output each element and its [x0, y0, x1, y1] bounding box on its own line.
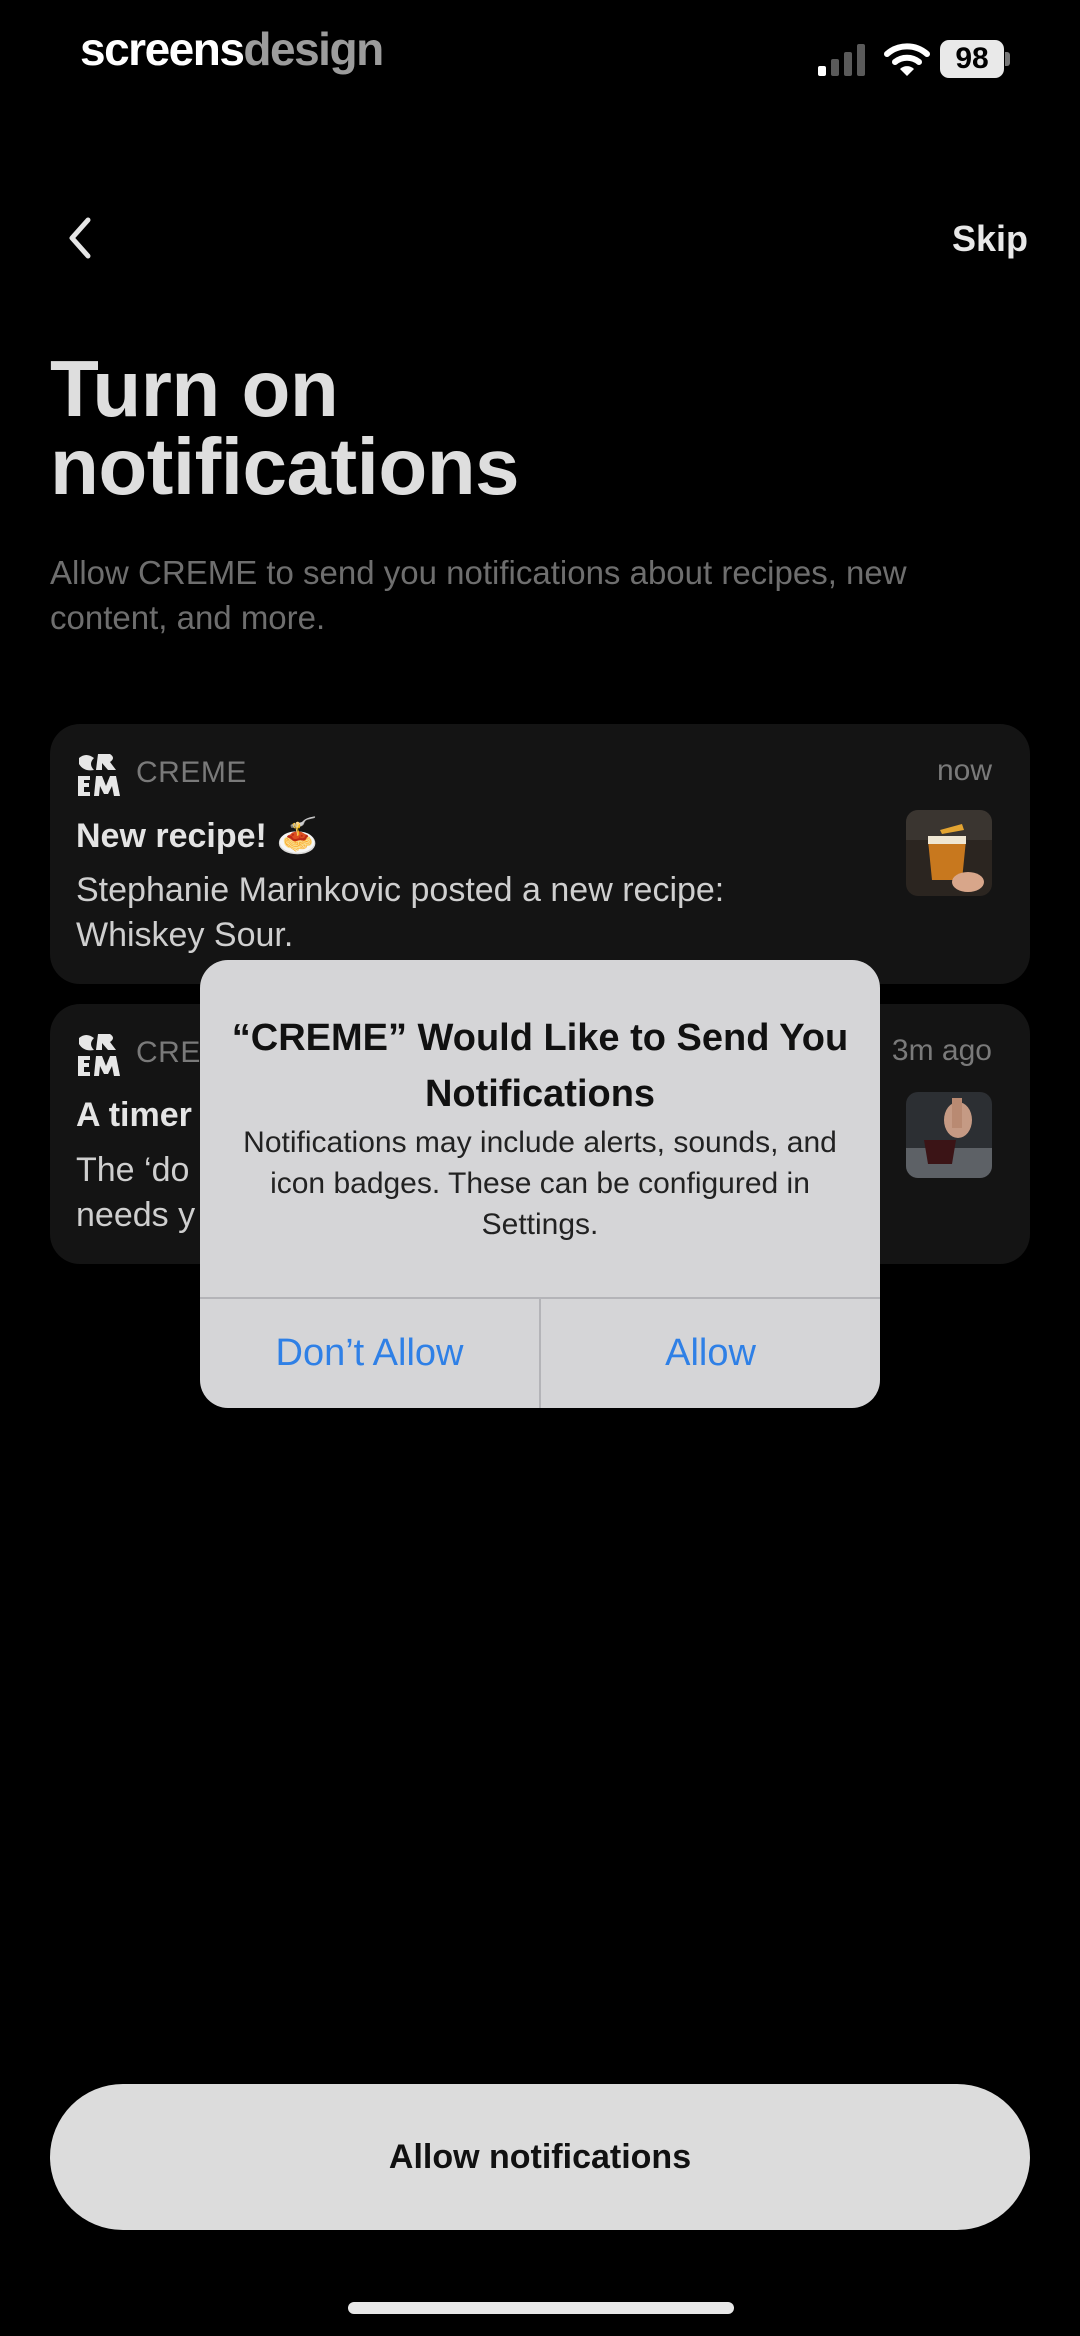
cellular-signal-icon	[818, 44, 865, 76]
notification-title: New recipe! 🍝	[76, 817, 319, 855]
page-subtitle: Allow CREME to send you notifications ab…	[50, 554, 907, 636]
notification-title: A timer	[76, 1096, 192, 1134]
wifi-icon	[884, 43, 930, 76]
allow-button[interactable]: Allow	[541, 1299, 880, 1408]
skip-button[interactable]: Skip	[952, 218, 1028, 260]
page-title-line-2: notifications	[50, 422, 520, 511]
notification-time: now	[936, 754, 992, 787]
page-title: Turn on notifications	[50, 344, 1030, 511]
notification-time: 3m ago	[891, 1034, 992, 1067]
home-indicator[interactable]	[348, 2302, 734, 2314]
watermark-part-1: screens	[80, 23, 245, 75]
cooking-thumbnail	[906, 1092, 992, 1178]
watermark-part-2: design	[243, 23, 384, 75]
page-title-line-1: Turn on	[50, 344, 339, 433]
notification-app-name: CREME	[136, 756, 247, 789]
creme-logo-icon	[78, 754, 120, 796]
battery-level: 98	[940, 40, 1004, 78]
battery-nub	[1005, 52, 1010, 66]
watermark-logo: screensdesign	[80, 22, 384, 76]
chevron-left-icon[interactable]	[60, 212, 100, 264]
dont-allow-button[interactable]: Don’t Allow	[200, 1299, 539, 1408]
allow-notifications-button[interactable]: Allow notifications	[50, 2084, 1030, 2230]
permission-alert-dialog: “CREME” Would Like to Send You Notificat…	[200, 960, 880, 1408]
alert-message: Notifications may include alerts, sounds…	[243, 1126, 837, 1241]
battery-icon: 98	[940, 40, 1010, 80]
alert-title: “CREME” Would Like to Send You Notificat…	[231, 1017, 849, 1115]
whiskey-sour-thumbnail	[906, 810, 992, 896]
notification-body: Stephanie Marinkovic posted a new recipe…	[76, 871, 725, 954]
notification-preview-card: CREME now New recipe! 🍝 Stephanie Marink…	[50, 724, 1030, 984]
creme-logo-icon	[78, 1034, 120, 1076]
notification-app-name: CRE	[136, 1036, 201, 1069]
